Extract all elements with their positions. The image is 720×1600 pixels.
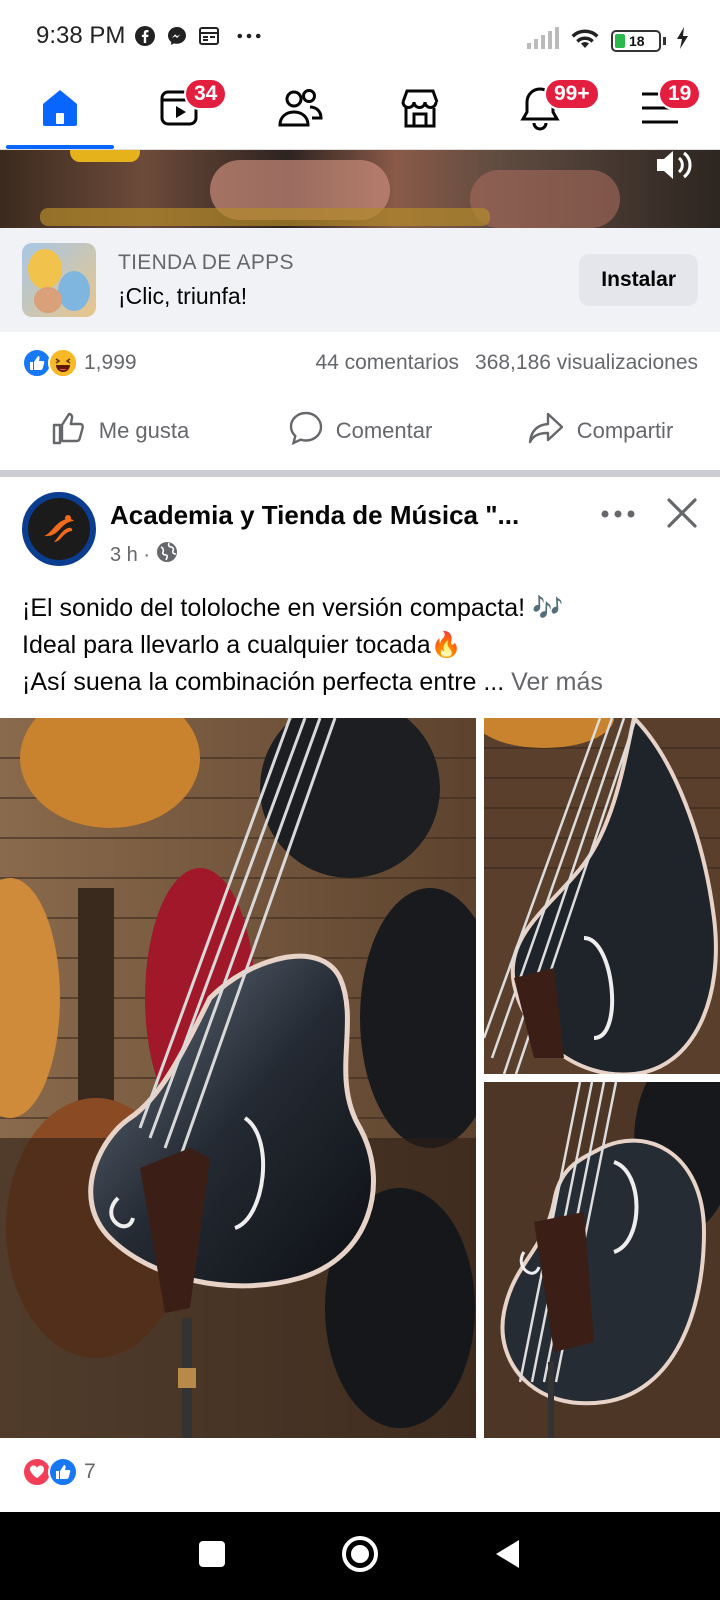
calendar-icon [197,24,221,48]
home-button[interactable] [340,1534,380,1579]
post-text-line-3: ¡Así suena la combinación perfecta entre… [22,668,505,696]
nav-video[interactable]: 34 [120,72,240,149]
ad-source: TIENDA DE APPS [118,250,294,274]
nav-friends[interactable] [240,72,360,149]
post-text-line-2: Ideal para llevarlo a cualquier tocada🔥 [22,631,462,659]
ad-title[interactable]: ¡Clic, triunfa! [118,283,579,310]
volume-icon[interactable] [654,148,694,187]
like-button[interactable]: Me gusta [0,410,240,452]
more-options-icon[interactable] [600,506,636,524]
post-photo-bottom-right[interactable] [484,1082,720,1438]
post-photo-grid [0,718,720,1438]
share-button[interactable]: Compartir [480,410,720,452]
post-action-row: Me gusta Comentar Compartir [0,400,720,462]
nav-marketplace[interactable] [360,72,480,149]
post-reaction-count[interactable]: 7 [84,1460,96,1484]
thumbs-up-icon [51,410,87,452]
app-thumbnail[interactable] [22,243,96,317]
status-bar: 9:38 PM 18 [0,0,720,72]
share-arrow-icon [527,410,565,452]
reaction-count[interactable]: 1,999 [84,351,137,375]
first-post-reactions-row: 1,999 44 comentarios 368,186 visualizaci… [0,340,720,386]
android-nav-bar [0,1512,720,1600]
close-icon[interactable] [666,497,698,534]
messenger-icon [165,24,189,48]
nav-home[interactable] [0,72,120,149]
friends-icon [277,86,323,135]
ad-video-preview[interactable] [0,150,720,228]
status-time: 9:38 PM [36,22,126,49]
post-reactions-row[interactable]: 7 [22,1452,96,1492]
top-nav-bar: 34 99+ 19 [0,72,720,150]
install-button[interactable]: Instalar [579,254,698,306]
battery-icon: 18 [611,29,661,52]
status-system-icons: 18 [527,26,690,55]
battery-level: 18 [629,32,645,49]
home-icon [39,87,81,134]
feed-separator [0,470,720,477]
signal-icon [527,27,559,54]
views-count: 368,186 visualizaciones [475,351,698,374]
nav-notifications[interactable]: 99+ [480,72,600,149]
comment-button[interactable]: Comentar [240,410,480,452]
globe-icon [156,541,178,569]
wifi-icon [569,26,601,55]
post-text-line-1: ¡El sonido del tololoche en versión comp… [22,594,564,622]
comment-label: Comentar [335,418,433,443]
marketplace-icon [398,86,442,135]
menu-badge: 19 [658,78,702,110]
page-avatar[interactable] [22,492,96,566]
facebook-icon [133,24,157,48]
post-photo-top-right[interactable] [484,718,720,1074]
like-label: Me gusta [98,418,190,443]
share-label: Compartir [576,418,674,443]
post-time[interactable]: 3 h · [110,544,150,567]
back-button[interactable] [493,1538,523,1575]
see-more-link[interactable]: Ver más [511,668,603,696]
comment-bubble-icon [288,410,324,452]
status-notification-icons [133,24,261,48]
like-reaction-icon [48,1457,78,1487]
notifications-badge: 99+ [544,78,600,110]
post-text[interactable]: ¡El sonido del tololoche en versión comp… [22,590,702,701]
post-photo-main[interactable] [0,718,476,1438]
comments-count[interactable]: 44 comentarios [315,351,459,375]
post-header: Academia y Tienda de Música "... 3 h · [0,492,720,578]
recents-button[interactable] [197,1539,227,1574]
haha-reaction-icon [48,348,78,378]
post-text-line-3-wrap: ¡Así suena la combinación perfecta entre… [22,664,702,701]
reaction-icons[interactable] [22,348,78,378]
ad-cta-bar: TIENDA DE APPS ¡Clic, triunfa! Instalar [0,228,720,332]
page-name[interactable]: Academia y Tienda de Música "... [110,500,600,531]
charging-icon [676,27,690,54]
nav-menu[interactable]: 19 [600,72,720,149]
more-dots-icon [237,24,261,48]
video-badge: 34 [184,78,228,110]
